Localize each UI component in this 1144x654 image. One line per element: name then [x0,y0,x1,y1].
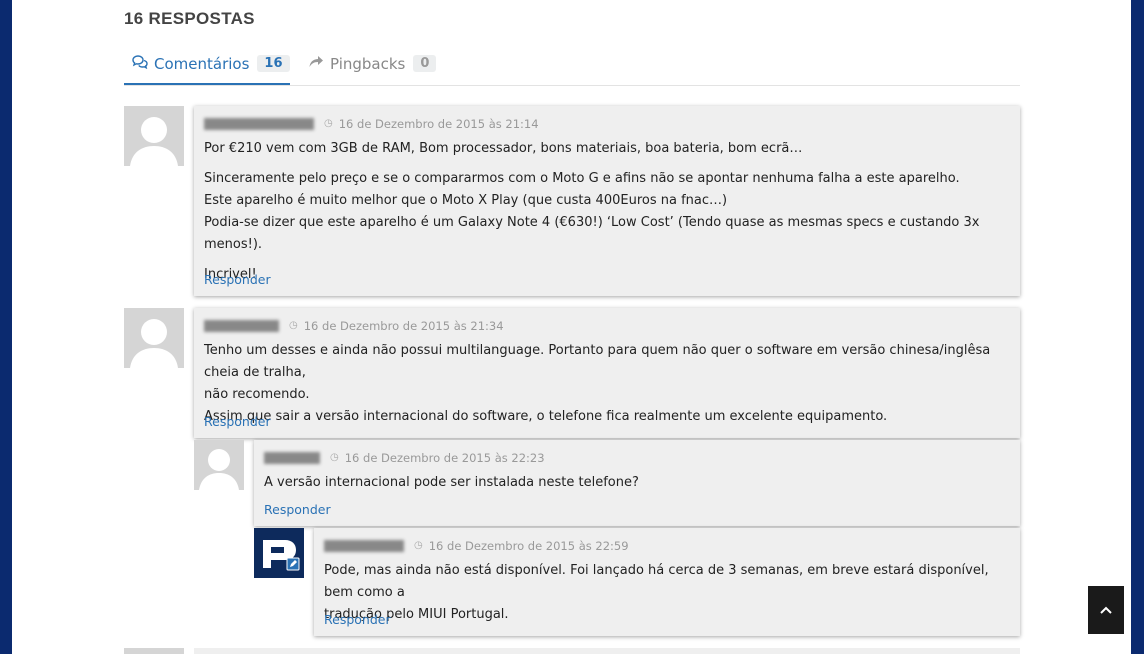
comment-line: Assim que sair a versão internacional do… [204,409,888,424]
comment-line: tradução pelo MIUI Portugal. [324,607,509,622]
comment-date[interactable]: 16 de Dezembro de 2015 às 22:23 [345,447,545,469]
comment-line: A versão internacional pode ser instalad… [264,475,639,490]
comment-line: Incrivel! [204,267,257,282]
comment-date[interactable]: 16 de Dezembro de 2015 às 22:59 [429,535,629,557]
comments-heading: 16 RESPOSTAS [124,9,255,28]
tab-pingbacks-count: 0 [413,55,437,72]
page: 16 RESPOSTAS Comentários 16 Pingbacks 0 … [12,0,1131,654]
clock-icon: ◷ [330,452,339,463]
avatar [124,648,184,654]
reply-link[interactable]: Responder [204,411,271,433]
comment-tabs: Comentários 16 Pingbacks 0 [124,44,1020,86]
comment-meta: ◷ 16 de Dezembro de 2015 às 22:23 [264,450,545,466]
comment: ◷ 16 de Dezembro de 2015 às 21:14 Por €2… [194,106,1020,296]
comment-line: Este aparelho é muito melhor que o Moto … [204,193,728,208]
tab-comments[interactable]: Comentários 16 [124,44,290,85]
clock-icon: ◷ [414,540,423,551]
comment-body: Tenho um desses e ainda não possui multi… [204,340,1016,428]
comment-date[interactable]: 16 de Dezembro de 2015 às 21:34 [304,315,504,337]
avatar [124,106,184,166]
comment-meta: ◷ 16 de Dezembro de 2015 às 21:34 [204,318,504,334]
comment-body: Pode, mas ainda não está disponível. Foi… [324,560,1016,626]
author-name-blurred[interactable] [204,320,279,332]
comment-meta: ◷ 16 de Dezembro de 2015 às 21:14 [204,116,539,132]
tab-pingbacks[interactable]: Pingbacks 0 [300,44,437,83]
author-name-blurred[interactable] [324,540,404,552]
author-name-blurred[interactable] [264,452,320,464]
avatar [194,440,244,490]
comment-reply: ◷ 16 de Dezembro de 2015 às 22:59 Pode, … [314,528,1020,636]
comment-reply: ◷ 16 de Dezembro de 2015 às 22:23 A vers… [254,440,1020,526]
comment-meta: ◷ 16 de Dezembro de 2015 às 22:59 [324,538,629,554]
author-name-blurred[interactable] [204,118,314,130]
author-avatar [254,528,304,578]
comment [194,648,1020,654]
reply-link[interactable]: Responder [264,499,331,521]
clock-icon: ◷ [289,320,298,331]
comment-line: Pode, mas ainda não está disponível. Foi… [324,563,989,600]
reply-link[interactable]: Responder [324,609,391,631]
comments-icon [132,54,148,73]
comment-date[interactable]: 16 de Dezembro de 2015 às 21:14 [339,113,539,135]
reply-link[interactable]: Responder [204,269,271,291]
comment-body: A versão internacional pode ser instalad… [264,472,1016,494]
comment-line: Por €210 vem com 3GB de RAM, Bom process… [204,141,803,156]
comment-line: não recomendo. [204,387,310,402]
comment: ◷ 16 de Dezembro de 2015 às 21:34 Tenho … [194,308,1020,438]
chevron-up-icon [1100,602,1112,618]
comment-line: Podia-se dizer que este aparelho é um Ga… [204,215,980,252]
tab-comments-label: Comentários [154,54,250,73]
back-to-top-button[interactable] [1088,586,1124,634]
comment-body: Por €210 vem com 3GB de RAM, Bom process… [204,138,1016,286]
tab-comments-count: 16 [257,55,290,72]
clock-icon: ◷ [324,118,333,129]
tab-pingbacks-label: Pingbacks [330,54,406,73]
avatar [124,308,184,368]
comment-line: Tenho um desses e ainda não possui multi… [204,343,991,380]
comment-line: Sinceramente pelo preço e se o compararm… [204,171,960,186]
share-arrow-icon [308,55,324,73]
